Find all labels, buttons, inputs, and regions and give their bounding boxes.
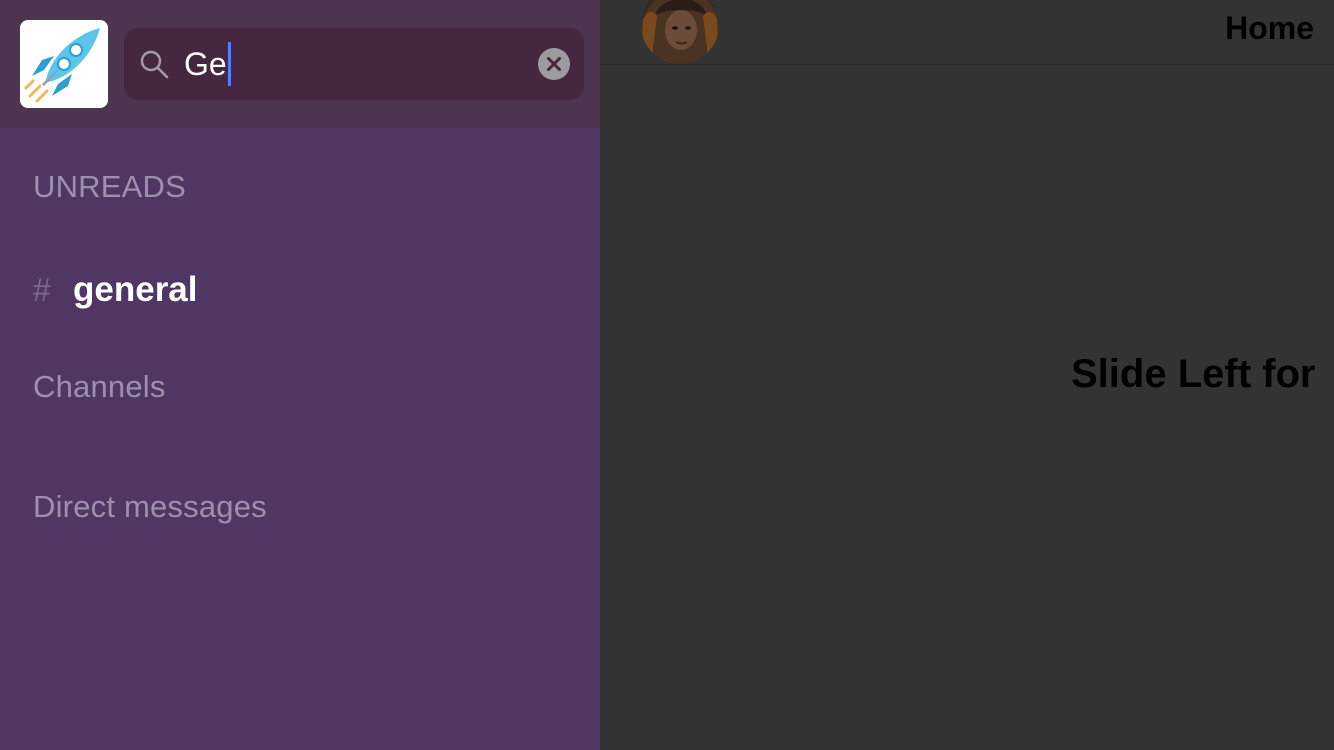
section-unreads: UNREADS [33, 169, 186, 204]
app-window: Ge UNREADS # general Channels Direct mes… [0, 0, 1334, 750]
channel-name: general [73, 270, 198, 309]
section-channels[interactable]: Channels [33, 369, 166, 405]
user-avatar[interactable] [641, 0, 719, 64]
channel-item-general[interactable]: # general [33, 268, 198, 312]
search-icon [138, 48, 170, 80]
rocket-icon[interactable] [20, 20, 108, 108]
hash-icon: # [33, 271, 51, 308]
sidebar: Ge UNREADS # general Channels Direct mes… [0, 0, 600, 750]
text-caret [227, 42, 231, 86]
search-bar[interactable]: Ge [124, 28, 584, 100]
section-direct-messages[interactable]: Direct messages [33, 489, 267, 525]
sidebar-header: Ge [0, 0, 600, 128]
search-input-value: Ge [184, 46, 227, 82]
page-title: Home [1225, 10, 1314, 46]
slide-hint-text: Slide Left for [1071, 352, 1316, 396]
main-panel: Home Slide Left for [600, 0, 1334, 750]
clear-icon[interactable] [538, 48, 570, 80]
search-input[interactable]: Ge [184, 40, 524, 88]
main-header: Home [600, 0, 1334, 65]
